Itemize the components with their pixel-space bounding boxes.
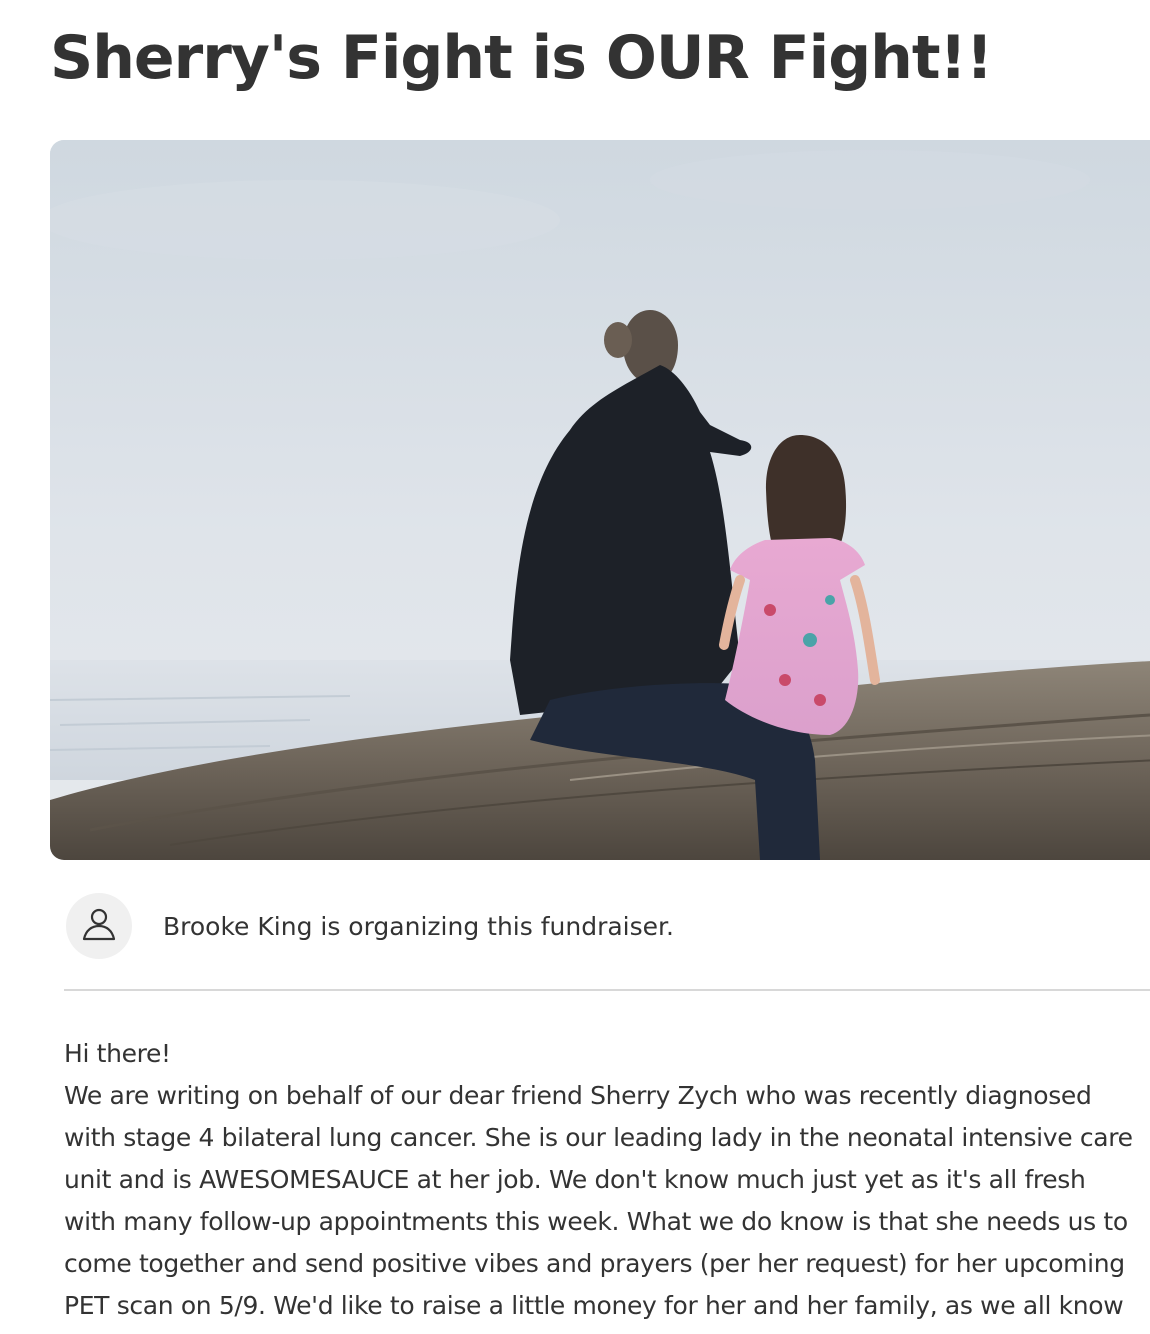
avatar[interactable] <box>66 893 132 959</box>
story-line: with many follow-up appointments this we… <box>64 1207 1128 1236</box>
organizer-row: Brooke King is organizing this fundraise… <box>66 893 674 959</box>
story-text: Hi there! We are writing on behalf of ou… <box>64 1033 1150 1327</box>
story-line: We are writing on behalf of our dear fri… <box>64 1081 1092 1110</box>
campaign-title: Sherry's Fight is OUR Fight!! <box>50 23 993 93</box>
story-line: Hi there! <box>64 1039 171 1068</box>
user-icon <box>79 904 119 948</box>
hero-photo-illustration <box>50 140 1150 860</box>
story-line: PET scan on 5/9. We'd like to raise a li… <box>64 1291 1124 1320</box>
story-line: come together and send positive vibes an… <box>64 1249 1125 1278</box>
story-line: unit and is AWESOMESAUCE at her job. We … <box>64 1165 1086 1194</box>
hero-photo[interactable] <box>50 140 1150 860</box>
story-line: with stage 4 bilateral lung cancer. She … <box>64 1123 1133 1152</box>
organizer-text: Brooke King is organizing this fundraise… <box>163 911 674 941</box>
divider <box>64 989 1150 991</box>
